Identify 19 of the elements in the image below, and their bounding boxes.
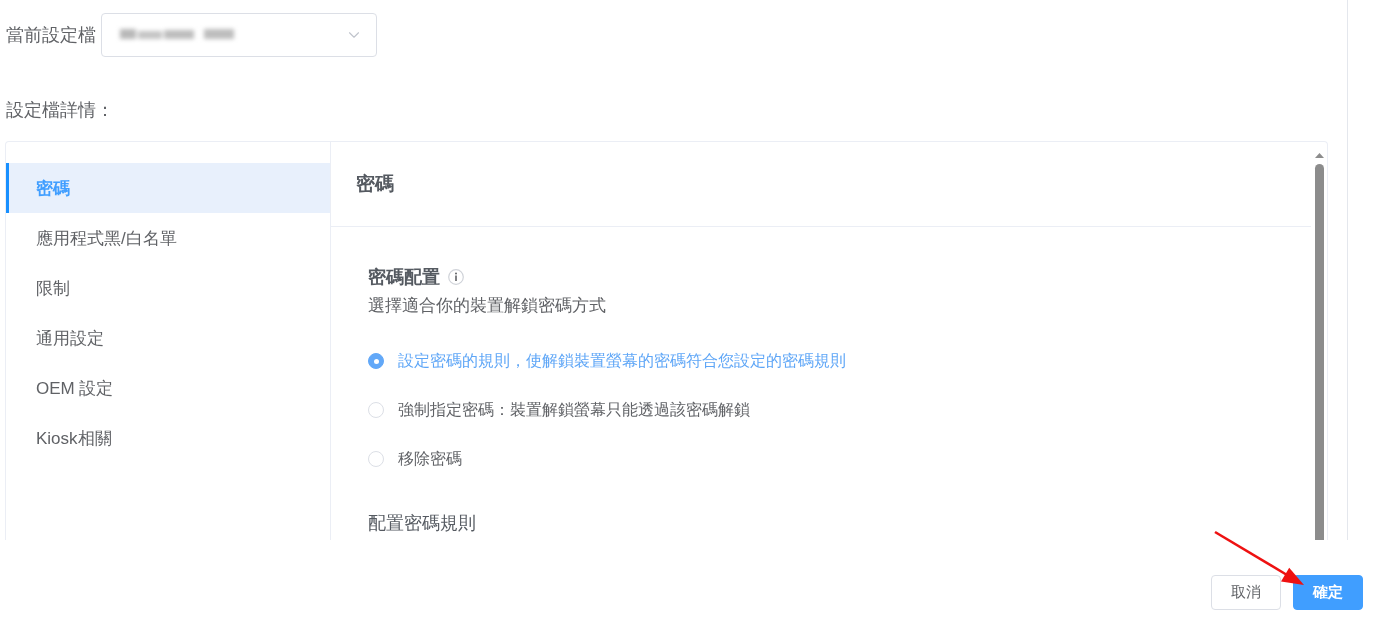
sidebar-item[interactable]: 通用設定 [6,313,330,363]
sidebar-item[interactable]: 限制 [6,263,330,313]
field-label: 當前設定檔 [5,24,96,46]
sidebar-item[interactable]: 應用程式黑/白名單 [6,213,330,263]
radio-label[interactable]: 強制指定密碼：裝置解鎖螢幕只能透過該密碼解鎖 [398,398,750,422]
cancel-button[interactable]: 取消 [1211,575,1281,610]
section-title: 配置密碼規則 [368,512,476,535]
section-title: 密碼配置 [368,266,440,289]
radio-button[interactable] [368,353,384,369]
section-label: 設定檔詳情： [5,99,114,121]
sidebar-item[interactable]: OEM 設定 [6,363,330,413]
scrollbar-thumb[interactable] [1314,164,1324,540]
scroll-up-icon[interactable] [1314,153,1324,158]
panel-title: 密碼 [356,172,394,196]
section-description: 選擇適合你的裝置解鎖密碼方式 [368,295,606,317]
sidebar-item[interactable]: Kiosk相關 [6,413,330,463]
info-icon [448,269,464,285]
profile-select[interactable] [101,13,377,57]
radio-label[interactable]: 移除密碼 [398,447,462,471]
